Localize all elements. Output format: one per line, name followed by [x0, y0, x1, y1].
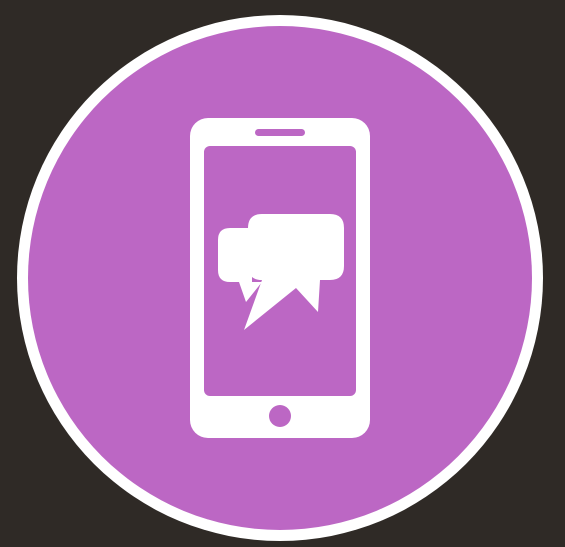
icon-canvas [0, 0, 565, 547]
mobile-chat-icon [0, 0, 565, 547]
phone-speaker [255, 129, 305, 136]
home-button-icon [269, 405, 291, 427]
